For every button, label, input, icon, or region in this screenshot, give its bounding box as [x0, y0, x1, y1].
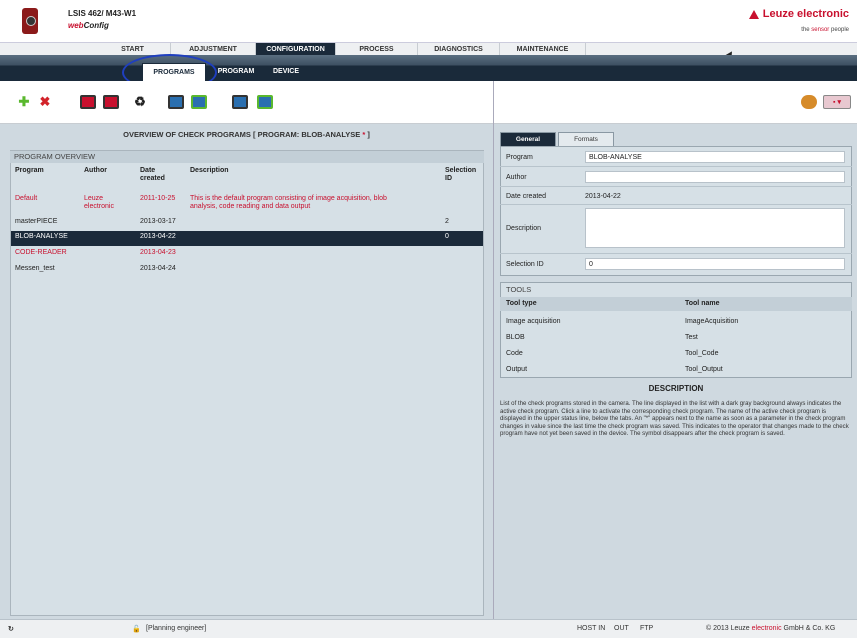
subtab-device[interactable]: DEVICE	[264, 65, 308, 79]
description-label: Description	[506, 225, 542, 232]
col-selection-1: Selection	[445, 167, 477, 174]
table-row[interactable]: masterPIECE 2013-03-17 2	[11, 216, 483, 231]
divider	[500, 253, 852, 254]
selection-label: Selection ID	[506, 261, 544, 268]
tool-name: Tool_Code	[685, 350, 719, 357]
program-overview-title: PROGRAM OVERVIEW	[10, 151, 484, 163]
col-tool-name: Tool name	[685, 300, 720, 307]
users-icon[interactable]	[801, 95, 817, 109]
device-title: LSIS 462/ M43-W1	[68, 9, 137, 18]
download-icon[interactable]	[168, 95, 184, 109]
upload-icon[interactable]	[191, 95, 207, 109]
col-date-2: created	[140, 175, 165, 182]
tab-general[interactable]: General	[500, 132, 556, 146]
tool-type: Output	[506, 366, 528, 373]
program-label: Program	[506, 154, 533, 161]
tab-formats[interactable]: Formats	[558, 132, 614, 146]
sub-navigation: PROGRAMS PROGRAM DEVICE	[0, 55, 857, 81]
author-field[interactable]	[585, 171, 845, 183]
program-field[interactable]: BLOB-ANALYSE	[585, 151, 845, 163]
subtab-programs[interactable]: PROGRAMS	[142, 63, 206, 81]
save-as-icon[interactable]	[103, 95, 119, 109]
language-flag-icon[interactable]: ▪ ▾	[823, 95, 851, 109]
tool-name: Test	[685, 334, 698, 341]
webconfig-logo: webConfig	[68, 21, 109, 30]
recycle-icon[interactable]: ♻	[132, 95, 148, 109]
overview-heading: OVERVIEW OF CHECK PROGRAMS [ PROGRAM: BL…	[123, 130, 370, 139]
toolbar	[0, 81, 857, 124]
brand-logo: Leuze electronic	[748, 8, 849, 20]
refresh-icon[interactable]: ↻	[8, 625, 14, 633]
col-author: Author	[84, 167, 107, 174]
copyright: © 2013 Leuze electronic GmbH & Co. KG	[706, 625, 836, 632]
leuze-triangle-icon	[748, 9, 759, 19]
header: LSIS 462/ M43-W1 webConfig Leuze electro…	[0, 0, 857, 42]
camera-logo	[22, 8, 38, 34]
date-value: 2013-04-22	[585, 193, 621, 200]
subtab-program[interactable]: PROGRAM	[210, 65, 262, 79]
col-program: Program	[15, 167, 44, 174]
tools-title: TOOLS	[506, 285, 532, 294]
divider	[500, 204, 852, 205]
delete-icon[interactable]: ✖	[37, 95, 53, 109]
date-label: Date created	[506, 193, 547, 200]
col-date-1: Date	[140, 167, 156, 174]
table-row[interactable]: Messen_test 2013-04-24	[11, 263, 483, 278]
out-status: OUT	[614, 625, 629, 632]
tool-name: ImageAcquisition	[685, 318, 739, 325]
tools-header	[500, 297, 852, 311]
host-in-status: HOST IN	[577, 625, 606, 632]
export-icon[interactable]	[232, 95, 248, 109]
table-row[interactable]: CODE-READER 2013-04-23	[11, 247, 483, 262]
tool-type: Image acquisition	[506, 318, 561, 325]
user-role: [Planning engineer]	[146, 625, 207, 632]
brand-tagline: the sensor people	[801, 27, 849, 33]
divider	[500, 186, 852, 187]
author-label: Author	[506, 174, 527, 181]
import-icon[interactable]	[257, 95, 273, 109]
col-selection-2: ID	[445, 175, 452, 182]
tool-type: Code	[506, 350, 523, 357]
table-row[interactable]: Default Leuze electronic 2011-10-25 This…	[11, 193, 483, 215]
selection-field[interactable]: 0	[585, 258, 845, 270]
table-row-active[interactable]: BLOB-ANALYSE 2013-04-22 0	[11, 231, 483, 246]
tool-name: Tool_Output	[685, 366, 723, 373]
ftp-status: FTP	[640, 625, 654, 632]
divider	[500, 166, 852, 167]
description-heading: DESCRIPTION	[648, 384, 704, 393]
description-text: List of the check programs stored in the…	[500, 400, 849, 438]
save-red-icon[interactable]	[80, 95, 96, 109]
add-icon[interactable]: ✚	[16, 95, 32, 109]
tool-type: BLOB	[506, 334, 525, 341]
lock-icon[interactable]: 🔓	[132, 625, 141, 633]
col-tool-type: Tool type	[506, 300, 537, 307]
description-field[interactable]	[585, 208, 845, 248]
col-description: Description	[190, 167, 229, 174]
